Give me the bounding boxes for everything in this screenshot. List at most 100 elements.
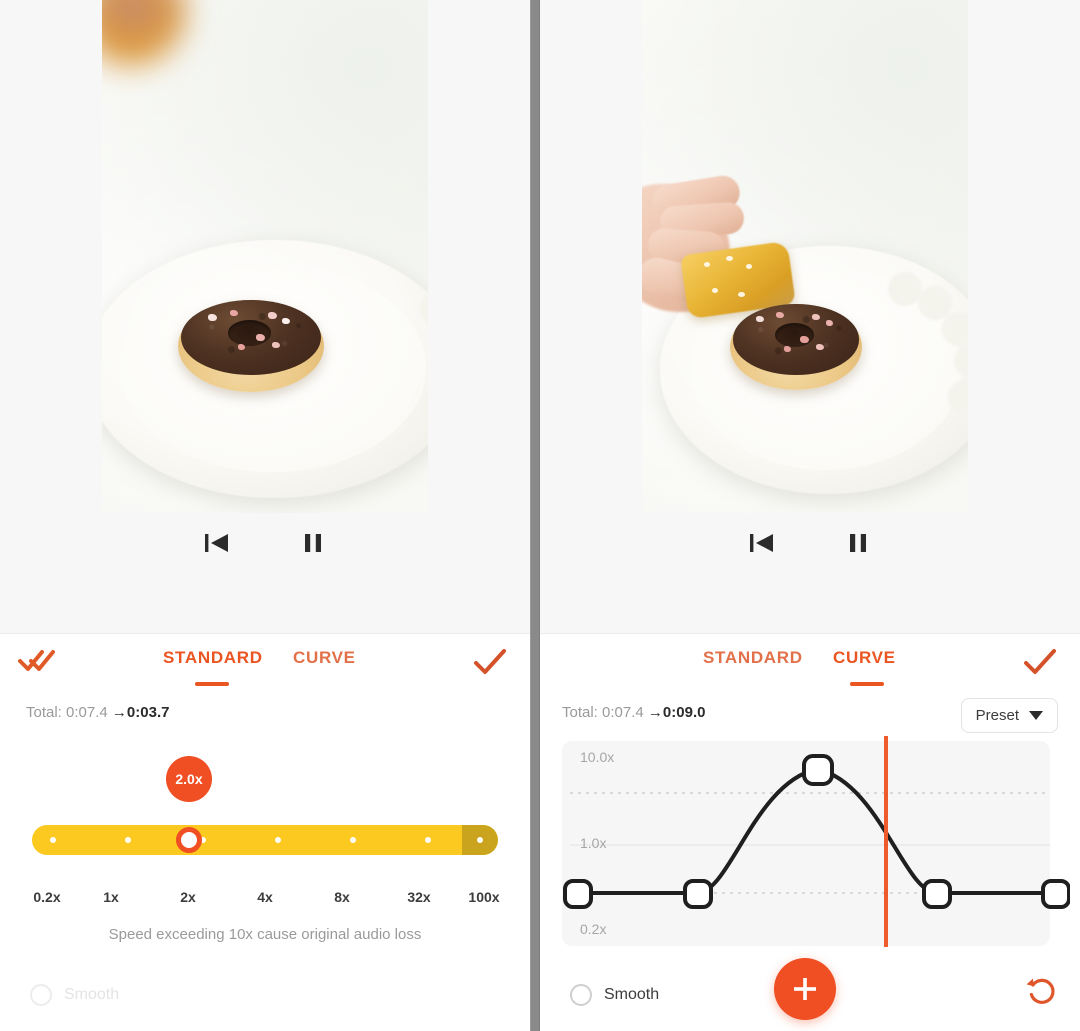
pause-icon: [850, 534, 866, 552]
check-icon: [1024, 649, 1056, 674]
tab-standard[interactable]: STANDARD: [163, 648, 263, 668]
totals-arrow: →: [647, 704, 663, 721]
keyframe-node-0: [563, 879, 593, 909]
tick-label-6: 100x: [468, 889, 500, 905]
totals-original: 0:07.4: [66, 704, 108, 721]
speed-bubble: 2.0x: [166, 756, 212, 802]
preset-dropdown[interactable]: Preset: [960, 698, 1058, 733]
plate-scallop: [942, 312, 968, 346]
slider-tick-dot: [350, 837, 356, 843]
add-keyframe-button[interactable]: [774, 958, 836, 1020]
speed-slider-track[interactable]: [32, 825, 498, 855]
tab-active-underline: [850, 682, 884, 686]
plate-scallop: [888, 272, 922, 306]
speed-slider-thumb[interactable]: [176, 827, 202, 853]
tab-standard[interactable]: STANDARD: [703, 648, 803, 668]
totals-arrow: →: [111, 704, 127, 721]
sprinkle: [756, 316, 764, 322]
curve-chart-svg[interactable]: [562, 741, 1070, 946]
pastry-crumb: [746, 264, 752, 269]
chocolate-donut: [178, 300, 324, 392]
slider-tick-dot: [477, 837, 483, 843]
pause-button[interactable]: [293, 526, 333, 560]
sprinkle: [282, 318, 290, 324]
pastry-crumb: [738, 292, 745, 297]
totals-result: 0:03.7: [126, 704, 170, 721]
sprinkle: [238, 344, 245, 350]
tab-curve[interactable]: CURVE: [293, 648, 356, 668]
skip-to-start-button[interactable]: [197, 526, 237, 560]
confirm-button[interactable]: [1022, 648, 1058, 681]
tick-label-0: 0.2x: [33, 889, 61, 905]
left-panel-standard: STANDARD CURVE Total: 0:07.4 →0:03.7 2.0…: [0, 0, 530, 1031]
plate-scallop: [918, 286, 952, 320]
tick-label-4: 8x: [334, 889, 350, 905]
panel-divider: [530, 0, 540, 1031]
tab-curve[interactable]: CURVE: [833, 648, 896, 668]
speed-curve-path: [575, 767, 1059, 895]
pause-icon: [305, 534, 321, 552]
playhead-line[interactable]: [884, 736, 888, 947]
video-scene-hand-donut: [642, 0, 968, 573]
sprinkle: [812, 314, 820, 320]
totals-result: 0:09.0: [662, 704, 706, 721]
sprinkle: [208, 314, 217, 321]
totals-left: Total: 0:07.4 →0:03.7: [26, 704, 169, 721]
skip-to-start-icon: [750, 534, 773, 552]
chocolate-donut: [730, 304, 862, 390]
tabbar-left: STANDARD CURVE: [0, 634, 530, 688]
tick-label-5: 32x: [407, 889, 431, 905]
confirm-button[interactable]: [472, 648, 508, 681]
pastry-crumb: [704, 262, 710, 267]
skip-to-start-icon: [205, 534, 228, 552]
speed-tick-labels: 0.2x 1x 2x 4x 8x 32x 100x: [0, 889, 530, 911]
axis-label-min: 0.2x: [580, 921, 607, 937]
preset-label: Preset: [975, 707, 1019, 724]
pause-button[interactable]: [838, 526, 878, 560]
transport-controls-left: [0, 513, 530, 573]
audio-loss-hint: Speed exceeding 10x cause original audio…: [108, 926, 422, 943]
editor-sheet-right: STANDARD CURVE Total: 0:07.4 →0:09.0 Pre…: [540, 633, 1080, 1031]
reset-arrow-icon: [1026, 978, 1055, 1004]
pastry-crumb: [726, 256, 733, 261]
smooth-checkbox[interactable]: [30, 984, 52, 1006]
sprinkle: [784, 346, 791, 352]
skip-to-start-button[interactable]: [742, 526, 782, 560]
keyframe-node-3: [922, 879, 952, 909]
keyframe-node-2: [802, 754, 834, 786]
pastry-crumb: [712, 288, 718, 293]
tick-label-3: 4x: [257, 889, 273, 905]
donut-hole: [227, 320, 272, 346]
keyframe-node-4: [1041, 879, 1070, 909]
keyframe-node-1: [683, 879, 713, 909]
tick-label-2: 2x: [180, 889, 196, 905]
transport-controls-right: [540, 513, 1080, 573]
sprinkle: [826, 320, 833, 326]
video-preview-right: [540, 0, 1080, 573]
right-panel-curve: STANDARD CURVE Total: 0:07.4 →0:09.0 Pre…: [540, 0, 1080, 1031]
apply-to-all-button[interactable]: [18, 647, 58, 680]
smooth-toggle-left[interactable]: Smooth: [30, 984, 119, 1006]
sprinkle: [256, 334, 265, 341]
sprinkle: [268, 312, 277, 319]
plus-icon: [794, 978, 816, 1000]
check-icon: [474, 649, 506, 674]
video-frame-left[interactable]: [102, 0, 428, 573]
axis-label-mid: 1.0x: [580, 835, 607, 851]
video-frame-right[interactable]: [642, 0, 968, 573]
sprinkle: [816, 344, 824, 350]
smooth-toggle-right[interactable]: Smooth: [570, 984, 659, 1006]
axis-label-max: 10.0x: [580, 749, 615, 765]
sprinkle: [800, 336, 809, 343]
reset-curve-button[interactable]: [1024, 974, 1058, 1013]
smooth-label: Smooth: [64, 986, 120, 1003]
smooth-checkbox[interactable]: [570, 984, 592, 1006]
tick-label-1: 1x: [103, 889, 119, 905]
speed-curve-editor[interactable]: 10.0x 1.0x 0.2x: [562, 736, 1070, 947]
totals-prefix: Total:: [562, 704, 603, 721]
sprinkle: [776, 312, 784, 318]
totals-original: 0:07.4: [602, 704, 644, 721]
tabbar-right: STANDARD CURVE: [540, 634, 1080, 688]
chevron-down-icon: [1029, 711, 1043, 720]
donut-hole: [774, 322, 815, 347]
